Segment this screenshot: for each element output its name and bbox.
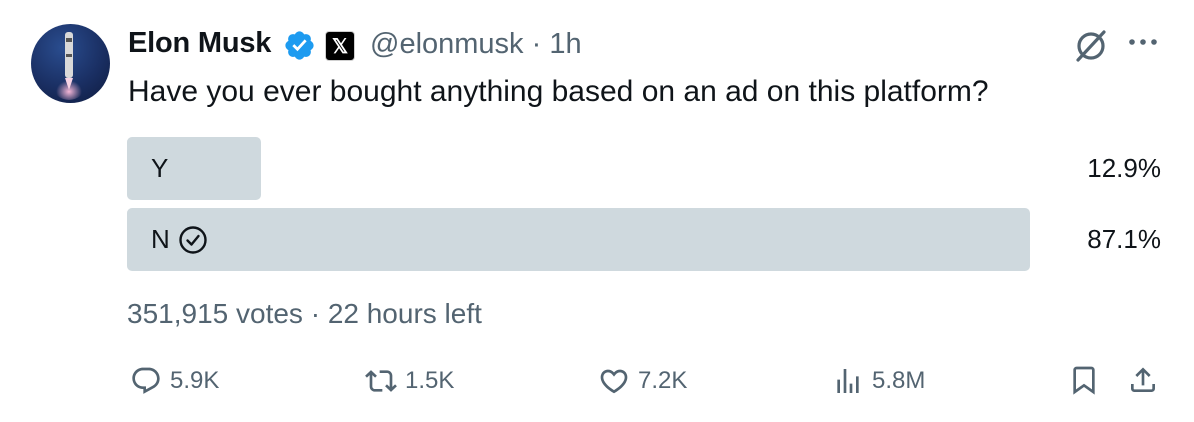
poll-time-left: 22 hours left [327,298,482,329]
reply-icon [132,367,160,394]
views-button[interactable]: 5.8M [832,364,925,398]
check-circle-icon [179,225,207,254]
poll-option-label: Y [151,153,169,183]
poll-meta: 351,915 votes · 22 hours left [127,298,482,330]
post-time[interactable]: 1h [549,28,581,60]
author-name[interactable]: Elon Musk [128,27,271,60]
poll-option-n: N [151,208,208,271]
repost-count: 1.5K [405,367,455,394]
poll-option-label: N [151,224,170,254]
poll-bar-n [127,208,1030,271]
reply-count: 5.9K [170,367,220,394]
reply-button[interactable]: 5.9K [130,364,219,398]
author-handle[interactable]: @elonmusk [370,28,524,60]
verified-badge-icon[interactable] [283,29,316,62]
grok-icon[interactable] [1072,27,1110,65]
poll-option-percent: 12.9% [1087,153,1161,183]
share-icon[interactable] [1127,364,1159,396]
like-button[interactable]: 7.2K [598,364,687,398]
avatar[interactable] [31,24,110,103]
like-count: 7.2K [638,367,688,394]
separator-dot: · [531,28,542,60]
poll-bar-y [127,137,261,200]
repost-icon [365,370,397,392]
poll-option-y: Y [151,137,168,200]
views-icon [837,369,859,393]
bookmark-icon[interactable] [1068,364,1100,396]
tweet-text: Have you ever bought anything based on a… [128,75,989,108]
author-handle-time[interactable]: @elonmusk · 1h [370,28,582,61]
affiliate-badge-icon[interactable]: 𝕏 [325,31,355,61]
poll-option-percent: 87.1% [1087,224,1161,254]
poll-votes: 351,915 votes [127,298,303,329]
like-icon [600,369,628,394]
separator-dot: · [310,298,321,329]
views-count: 5.8M [872,367,926,394]
repost-button[interactable]: 1.5K [365,364,454,398]
more-icon[interactable] [1126,32,1160,52]
